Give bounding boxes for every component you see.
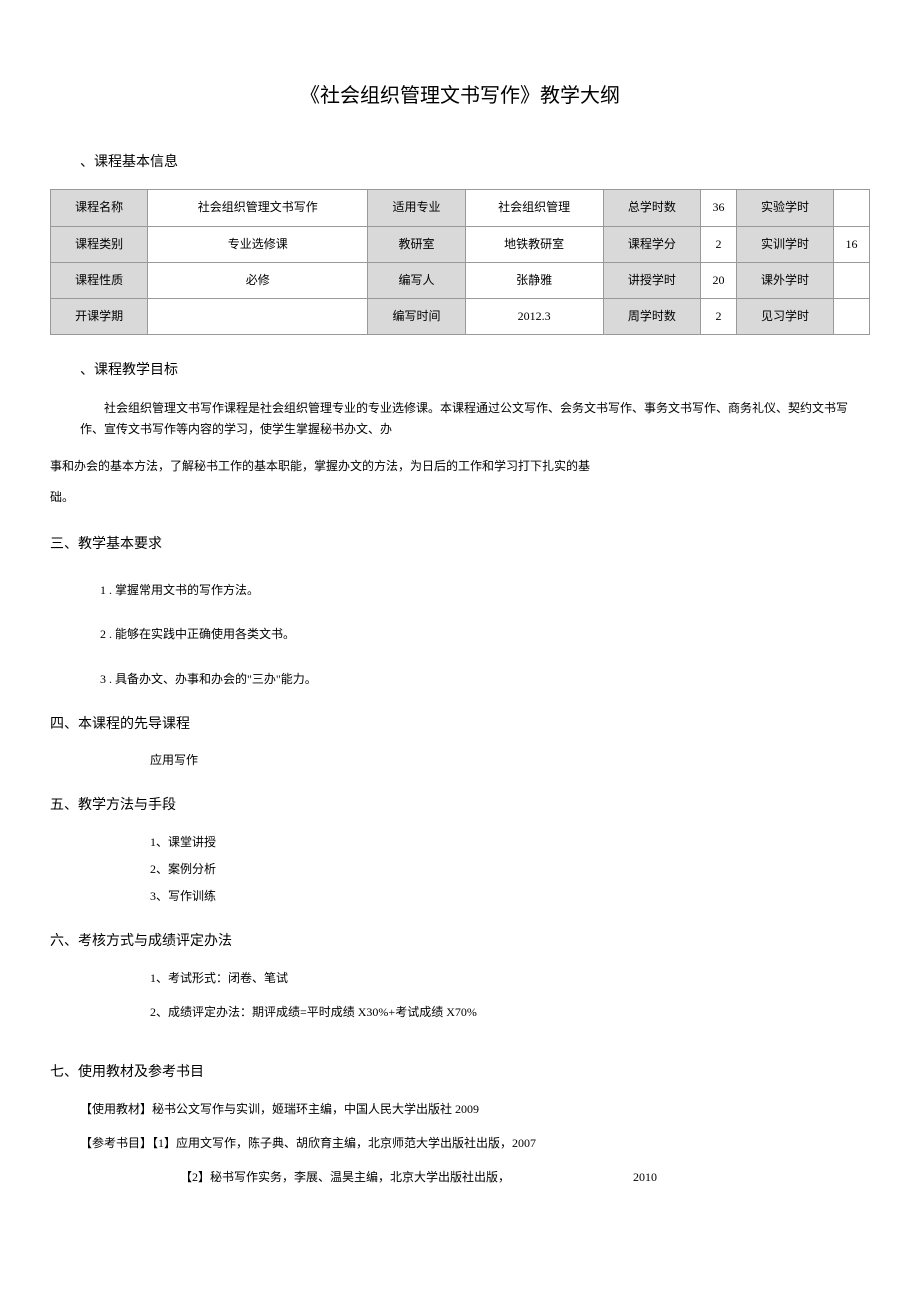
cell-label: 课外学时: [736, 262, 833, 298]
section2-heading: 、课程教学目标: [50, 360, 870, 382]
section5-item2: 2、案例分析: [150, 860, 870, 879]
cell-value: 2: [701, 298, 737, 334]
cell-label: 实训学时: [736, 226, 833, 262]
cell-value: 社会组织管理文书写作: [148, 190, 368, 226]
cell-value: 20: [701, 262, 737, 298]
section3-item1: 1 . 掌握常用文书的写作方法。: [100, 581, 870, 600]
section5-item3: 3、写作训练: [150, 887, 870, 906]
document-title: 《社会组织管理文书写作》教学大纲: [50, 80, 870, 112]
cell-label: 实验学时: [736, 190, 833, 226]
section2-para1: 社会组织管理文书写作课程是社会组织管理专业的专业选修课。本课程通过公文写作、会务…: [80, 398, 870, 441]
section3-heading: 三、教学基本要求: [50, 534, 870, 556]
section2-para3: 础。: [50, 487, 870, 509]
cell-value: 2: [701, 226, 737, 262]
section3-item2: 2 . 能够在实践中正确使用各类文书。: [100, 625, 870, 644]
cell-value: 专业选修课: [148, 226, 368, 262]
table-row: 课程类别 专业选修课 教研室 地铁教研室 课程学分 2 实训学时 16: [51, 226, 870, 262]
cell-label: 见习学时: [736, 298, 833, 334]
cell-label: 课程性质: [51, 262, 148, 298]
section7-ref1: 【参考书目】【1】应用文写作，陈子典、胡欣育主编，北京师范大学出版社出版，200…: [80, 1134, 870, 1153]
section6-heading: 六、考核方式与成绩评定办法: [50, 931, 870, 953]
cell-label: 编写时间: [368, 298, 465, 334]
cell-value: 地铁教研室: [465, 226, 603, 262]
section1-heading: 、课程基本信息: [50, 152, 870, 174]
section4-heading: 四、本课程的先导课程: [50, 714, 870, 736]
ref2-year: 2010: [633, 1168, 657, 1187]
section7-textbook: 【使用教材】秘书公文写作与实训，姬瑞环主编，中国人民大学出版社 2009: [80, 1100, 870, 1119]
cell-label: 适用专业: [368, 190, 465, 226]
cell-value: 16: [834, 226, 870, 262]
section6-item2: 2、成绩评定办法：期评成绩=平时成绩 X30%+考试成绩 X70%: [150, 1003, 870, 1022]
ref2-text: 【2】秘书写作实务，李展、温昊主编，北京大学出版社出版，: [180, 1170, 510, 1184]
cell-label: 讲授学时: [603, 262, 700, 298]
section7-ref2: 【2】秘书写作实务，李展、温昊主编，北京大学出版社出版， 2010: [180, 1168, 870, 1187]
cell-value: [834, 298, 870, 334]
section7-heading: 七、使用教材及参考书目: [50, 1062, 870, 1084]
table-row: 开课学期 编写时间 2012.3 周学时数 2 见习学时: [51, 298, 870, 334]
cell-value: 必修: [148, 262, 368, 298]
cell-label: 周学时数: [603, 298, 700, 334]
cell-label: 教研室: [368, 226, 465, 262]
cell-label: 课程名称: [51, 190, 148, 226]
cell-value: [834, 190, 870, 226]
section2-para2: 事和办会的基本方法，了解秘书工作的基本职能，掌握办文的方法，为日后的工作和学习打…: [50, 456, 870, 478]
course-info-table: 课程名称 社会组织管理文书写作 适用专业 社会组织管理 总学时数 36 实验学时…: [50, 189, 870, 335]
table-row: 课程名称 社会组织管理文书写作 适用专业 社会组织管理 总学时数 36 实验学时: [51, 190, 870, 226]
cell-value: 社会组织管理: [465, 190, 603, 226]
cell-label: 课程类别: [51, 226, 148, 262]
section4-content: 应用写作: [150, 751, 870, 770]
cell-value: 张静雅: [465, 262, 603, 298]
cell-label: 总学时数: [603, 190, 700, 226]
cell-value: [148, 298, 368, 334]
cell-value: 36: [701, 190, 737, 226]
section5-heading: 五、教学方法与手段: [50, 795, 870, 817]
cell-label: 课程学分: [603, 226, 700, 262]
section6-item1: 1、考试形式：闭卷、笔试: [150, 969, 870, 988]
table-row: 课程性质 必修 编写人 张静雅 讲授学时 20 课外学时: [51, 262, 870, 298]
cell-value: 2012.3: [465, 298, 603, 334]
cell-value: [834, 262, 870, 298]
cell-label: 编写人: [368, 262, 465, 298]
section5-item1: 1、课堂讲授: [150, 833, 870, 852]
section3-item3: 3 . 具备办文、办事和办会的"三办"能力。: [100, 670, 870, 689]
cell-label: 开课学期: [51, 298, 148, 334]
